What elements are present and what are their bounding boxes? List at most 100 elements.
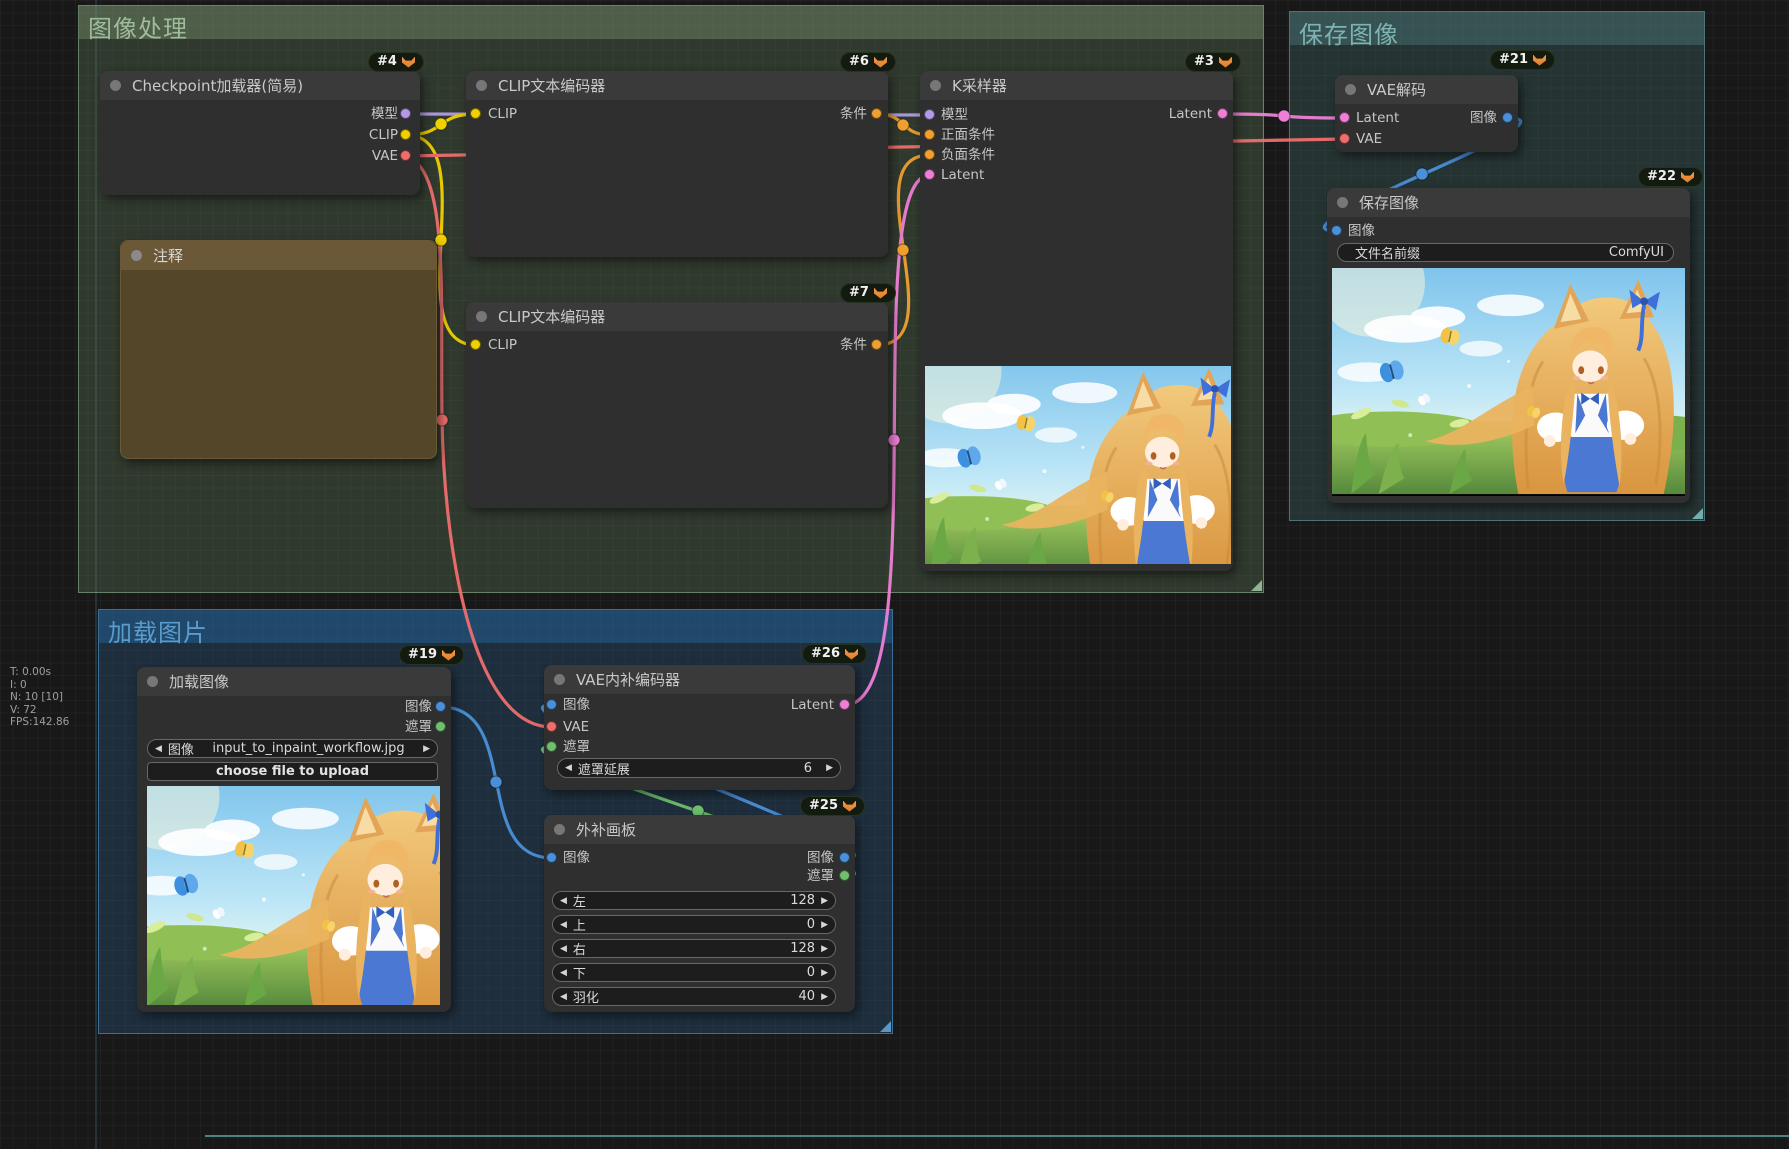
link-dot	[1278, 110, 1290, 122]
fox-icon	[874, 288, 887, 299]
node-header[interactable]: 外补画板	[544, 815, 855, 844]
port-conditioning-output[interactable]	[871, 339, 882, 350]
decrement-arrow-icon[interactable]: ◀	[560, 992, 567, 1002]
loaded-image-preview	[147, 786, 440, 1005]
node-header[interactable]: VAE解码	[1335, 75, 1518, 104]
decrement-arrow-icon[interactable]: ◀	[155, 744, 162, 754]
port-mask-output[interactable]	[435, 721, 446, 732]
port-positive-input[interactable]	[924, 129, 935, 140]
pad-left-widget[interactable]: ◀ 左 128 ▶	[552, 891, 836, 910]
fox-icon	[402, 57, 415, 68]
port-model-input[interactable]	[924, 109, 935, 120]
link-dot	[897, 244, 909, 256]
increment-arrow-icon[interactable]: ▶	[423, 744, 430, 754]
collapse-dot-icon[interactable]	[476, 80, 487, 91]
pad-right-widget[interactable]: ◀ 右 128 ▶	[552, 939, 836, 958]
node-title: CLIP文本编码器	[498, 75, 605, 96]
node-title: VAE内补编码器	[576, 669, 680, 690]
collapse-dot-icon[interactable]	[554, 824, 565, 835]
port-vae-input[interactable]	[1339, 133, 1350, 144]
increment-arrow-icon[interactable]: ▶	[821, 968, 828, 978]
node-header[interactable]: VAE内补编码器	[544, 665, 855, 694]
collapse-dot-icon[interactable]	[1337, 197, 1348, 208]
mask-grow-widget[interactable]: ◀ 遮罩延展 6 ▶	[557, 758, 841, 778]
port-mask-input[interactable]	[546, 741, 557, 752]
node-header[interactable]: CLIP文本编码器	[466, 71, 888, 100]
node-id-badge: #22	[1638, 167, 1703, 187]
collapse-dot-icon[interactable]	[930, 80, 941, 91]
fox-icon	[843, 801, 856, 812]
decrement-arrow-icon[interactable]: ◀	[560, 896, 567, 906]
port-label: CLIP	[488, 337, 517, 353]
port-label: 模型	[318, 106, 398, 122]
port-image-input[interactable]	[1331, 225, 1342, 236]
port-latent-input[interactable]	[924, 169, 935, 180]
link-dot	[897, 119, 909, 131]
port-model-output[interactable]	[400, 108, 411, 119]
node-header[interactable]: 保存图像	[1327, 188, 1690, 217]
node-header[interactable]: Checkpoint加载器(简易)	[100, 71, 420, 100]
node-clip-text-encode-negative[interactable]: CLIP文本编码器	[466, 302, 888, 508]
port-image-input[interactable]	[546, 852, 557, 863]
choose-file-button[interactable]: choose file to upload	[147, 762, 438, 781]
pad-bottom-widget[interactable]: ◀ 下 0 ▶	[552, 963, 836, 982]
node-title: K采样器	[952, 75, 1007, 96]
fox-icon	[442, 650, 455, 661]
collapse-dot-icon[interactable]	[131, 250, 142, 261]
port-latent-output[interactable]	[1217, 108, 1228, 119]
node-header[interactable]: CLIP文本编码器	[466, 302, 888, 331]
node-outpaint-pad[interactable]: 外补画板	[544, 815, 855, 1012]
collapse-dot-icon[interactable]	[147, 676, 158, 687]
port-negative-input[interactable]	[924, 149, 935, 160]
port-image-output[interactable]	[435, 701, 446, 712]
port-label: CLIP	[318, 127, 398, 143]
increment-arrow-icon[interactable]: ▶	[821, 896, 828, 906]
node-clip-text-encode-positive[interactable]: CLIP文本编码器	[466, 71, 888, 257]
port-conditioning-output[interactable]	[871, 108, 882, 119]
node-title: CLIP文本编码器	[498, 306, 605, 327]
port-vae-input[interactable]	[546, 721, 557, 732]
port-image-output[interactable]	[839, 852, 850, 863]
widget-value: 6	[804, 761, 812, 776]
link-dot	[490, 776, 502, 788]
port-label: VAE	[563, 719, 589, 735]
widget-label: 图像	[168, 739, 194, 758]
port-clip-output[interactable]	[400, 129, 411, 140]
node-title: 注释	[153, 245, 183, 266]
link-dot	[435, 118, 447, 130]
collapse-dot-icon[interactable]	[476, 311, 487, 322]
collapse-dot-icon[interactable]	[554, 674, 565, 685]
port-mask-output[interactable]	[839, 870, 850, 881]
node-header[interactable]: 加载图像	[137, 667, 451, 696]
port-latent-output[interactable]	[839, 699, 850, 710]
node-note[interactable]: 注释	[120, 240, 437, 459]
node-header[interactable]: 注释	[121, 241, 436, 270]
collapse-dot-icon[interactable]	[110, 80, 121, 91]
increment-arrow-icon[interactable]: ▶	[821, 920, 828, 930]
port-image-input[interactable]	[546, 699, 557, 710]
port-clip-input[interactable]	[470, 339, 481, 350]
increment-arrow-icon[interactable]: ▶	[821, 992, 828, 1002]
node-graph-canvas[interactable]: 图像处理 保存图像 加载图片	[0, 0, 1789, 1149]
feather-widget[interactable]: ◀ 羽化 40 ▶	[552, 987, 836, 1006]
increment-arrow-icon[interactable]: ▶	[821, 944, 828, 954]
increment-arrow-icon[interactable]: ▶	[826, 763, 833, 773]
port-latent-input[interactable]	[1339, 112, 1350, 123]
port-label: 负面条件	[941, 147, 995, 163]
widget-value: input_to_inpaint_workflow.jpg	[194, 741, 423, 756]
collapse-dot-icon[interactable]	[1345, 84, 1356, 95]
port-vae-output[interactable]	[400, 150, 411, 161]
link-dot	[1416, 168, 1428, 180]
port-image-output[interactable]	[1502, 112, 1513, 123]
decrement-arrow-icon[interactable]: ◀	[560, 968, 567, 978]
pad-top-widget[interactable]: ◀ 上 0 ▶	[552, 915, 836, 934]
node-header[interactable]: K采样器	[920, 71, 1233, 100]
image-file-widget[interactable]: ◀ 图像 input_to_inpaint_workflow.jpg ▶	[147, 739, 438, 758]
decrement-arrow-icon[interactable]: ◀	[560, 920, 567, 930]
decrement-arrow-icon[interactable]: ◀	[565, 763, 572, 773]
stat-version: V: 72	[10, 704, 69, 717]
port-label: 图像	[563, 850, 590, 866]
decrement-arrow-icon[interactable]: ◀	[560, 944, 567, 954]
port-clip-input[interactable]	[470, 108, 481, 119]
filename-prefix-widget[interactable]: 文件名前缀 ComfyUI	[1337, 243, 1674, 262]
